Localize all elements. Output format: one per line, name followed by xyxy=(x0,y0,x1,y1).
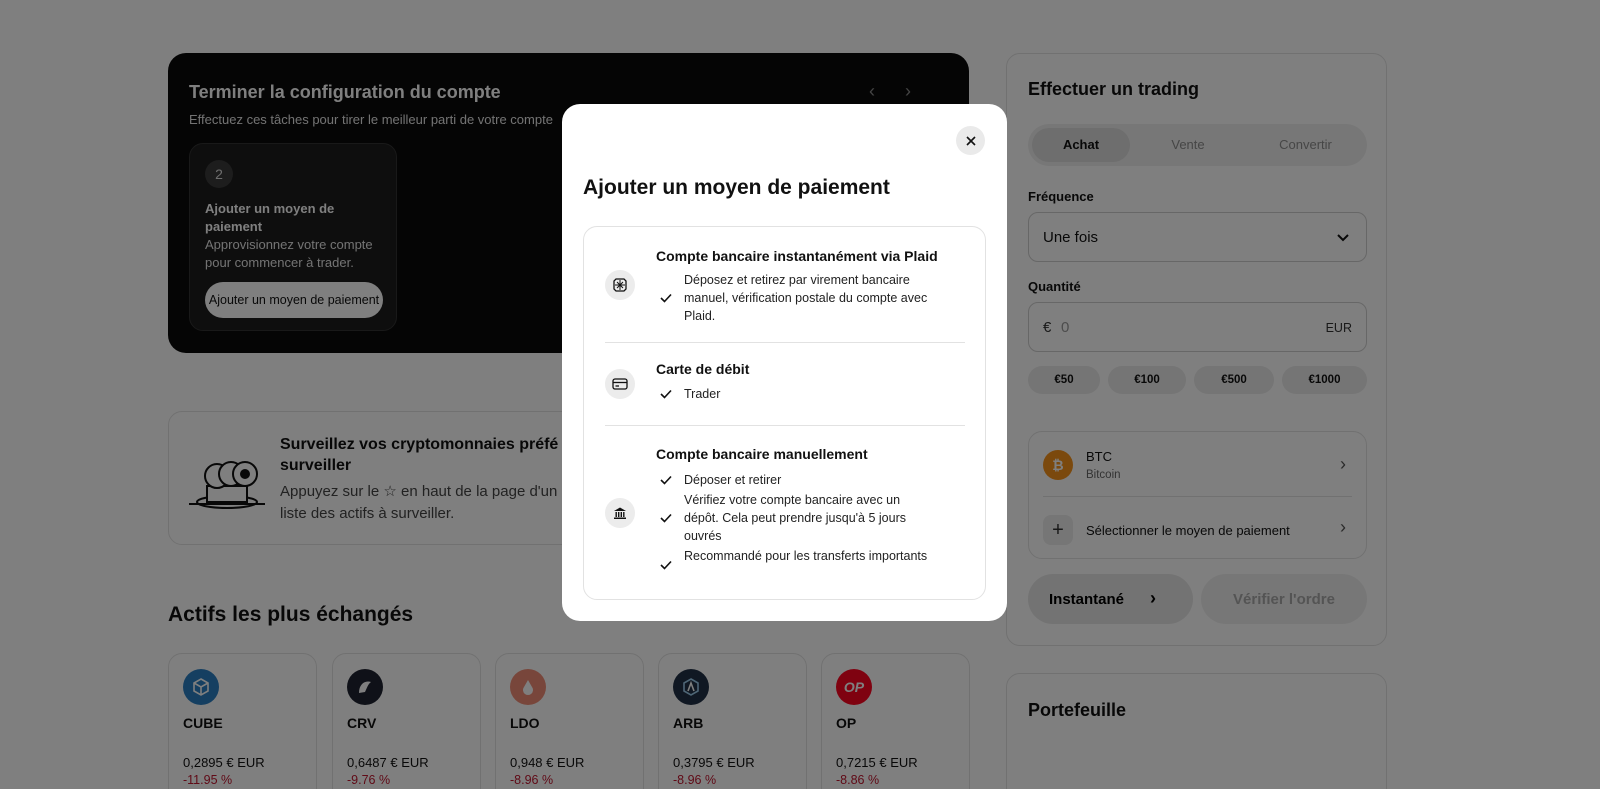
feature-text: Trader xyxy=(684,387,721,401)
bank-icon xyxy=(605,498,635,528)
feature-item: Recommandé pour les transferts important… xyxy=(656,547,927,583)
close-icon xyxy=(965,135,976,146)
feature-text: Déposez et retirez par virement bancaire… xyxy=(684,273,928,323)
check-icon xyxy=(660,560,672,570)
payment-option-debit-card[interactable]: Carte de débit Trader xyxy=(584,343,987,425)
feature-text: Vérifiez votre compte bancaire avec un d… xyxy=(684,493,906,543)
option-title: Carte de débit xyxy=(656,361,750,377)
check-icon xyxy=(660,475,672,485)
check-icon xyxy=(660,389,672,399)
option-title: Compte bancaire instantanément via Plaid xyxy=(656,248,938,264)
check-icon xyxy=(660,293,672,303)
feature-text: Recommandé pour les transferts important… xyxy=(684,549,928,563)
payment-option-manual-bank[interactable]: Compte bancaire manuellement Déposer et … xyxy=(584,426,987,600)
feature-item: Trader xyxy=(656,385,926,403)
payment-option-plaid[interactable]: Compte bancaire instantanément via Plaid… xyxy=(584,227,987,342)
feature-item: Vérifiez votre compte bancaire avec un d… xyxy=(656,491,926,545)
close-button[interactable] xyxy=(956,126,985,155)
feature-item: Déposez et retirez par virement bancaire… xyxy=(656,271,927,325)
feature-item: Déposer et retirer xyxy=(656,471,926,489)
add-payment-method-modal: Ajouter un moyen de paiement Compte banc… xyxy=(562,104,1007,621)
credit-card-icon xyxy=(605,369,635,399)
modal-title: Ajouter un moyen de paiement xyxy=(583,176,890,199)
plaid-icon xyxy=(605,270,635,300)
payment-options-list: Compte bancaire instantanément via Plaid… xyxy=(583,226,986,600)
feature-text: Déposer et retirer xyxy=(684,473,782,487)
check-icon xyxy=(660,513,672,523)
option-title: Compte bancaire manuellement xyxy=(656,446,868,462)
